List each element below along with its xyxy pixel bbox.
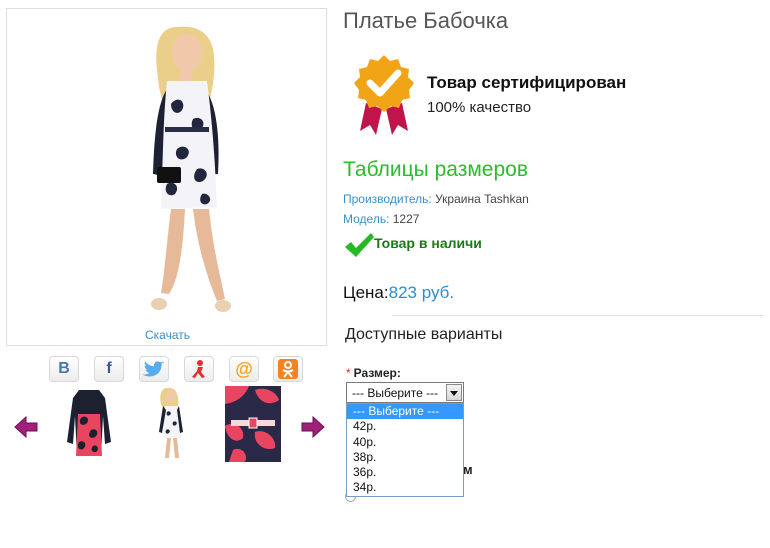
twitter-share-button[interactable] xyxy=(139,356,169,382)
facebook-share-button[interactable]: f xyxy=(94,356,124,382)
model-value: 1227 xyxy=(389,212,420,226)
mailru-icon: @ xyxy=(235,359,253,379)
size-select[interactable]: --- Выберите --- xyxy=(346,382,464,403)
size-dropdown-list: --- Выберите --- 42р. 40р. 38р. 36р. 34р… xyxy=(346,403,464,497)
size-label: * Размер: xyxy=(346,366,401,380)
dropdown-option[interactable]: --- Выберите --- xyxy=(347,404,463,420)
options-title: Доступные варианты xyxy=(345,326,503,343)
vk-icon: B xyxy=(58,360,70,377)
size-table-link[interactable]: Таблицы размеров xyxy=(343,158,528,182)
odnoklassniki-icon xyxy=(278,359,298,379)
mailru-share-button[interactable]: @ xyxy=(229,356,259,382)
certificate-title: Товар сертифицирован xyxy=(427,73,627,92)
next-arrow-icon[interactable] xyxy=(300,414,326,440)
manufacturer-value: Украина Tashkan xyxy=(431,192,529,206)
size-select-value: --- Выберите --- xyxy=(352,386,439,400)
price-value: 823 руб. xyxy=(388,283,455,302)
odnoklassniki-share-button[interactable] xyxy=(273,356,303,382)
product-title: Платье Бабочка xyxy=(343,8,509,33)
chevron-down-icon[interactable] xyxy=(446,384,462,401)
twitter-icon xyxy=(142,361,164,377)
divider xyxy=(392,315,764,316)
main-product-image[interactable]: Скачать xyxy=(6,8,327,346)
dropdown-option[interactable]: 36р. xyxy=(347,465,463,480)
girl-in-dress-image xyxy=(151,26,231,312)
facebook-icon: f xyxy=(106,360,112,377)
price: Цена:823 руб. xyxy=(343,283,454,303)
vk-share-button[interactable]: B xyxy=(49,356,79,382)
dropdown-option[interactable]: 34р. xyxy=(347,480,463,495)
obscured-option-text: м xyxy=(463,462,473,477)
dropdown-option[interactable]: 40р. xyxy=(347,435,463,450)
yaru-share-button[interactable] xyxy=(184,356,214,382)
certificate-subtitle: 100% качество xyxy=(427,99,532,116)
price-label: Цена: xyxy=(343,283,389,302)
prev-arrow-icon[interactable] xyxy=(13,414,39,440)
stock-status: Товар в наличи xyxy=(374,235,482,251)
certificate-badge-icon xyxy=(354,55,414,135)
thumbnail-model-photo[interactable] xyxy=(143,386,199,462)
required-mark: * xyxy=(346,366,351,380)
model-row: Модель: 1227 xyxy=(343,212,419,226)
dropdown-option[interactable]: 42р. xyxy=(347,419,463,434)
thumbnail-fabric-detail[interactable] xyxy=(225,386,281,462)
yaru-icon xyxy=(192,360,205,378)
thumbnail-dress-front[interactable] xyxy=(61,386,117,462)
checkmark-icon xyxy=(345,233,374,257)
model-label: Модель: xyxy=(343,212,390,226)
dropdown-option[interactable]: 38р. xyxy=(347,450,463,465)
download-link[interactable]: Скачать xyxy=(7,328,328,342)
manufacturer-row: Производитель: Украина Tashkan xyxy=(343,192,529,206)
size-label-text: Размер: xyxy=(353,366,401,380)
manufacturer-label[interactable]: Производитель: xyxy=(343,192,432,206)
